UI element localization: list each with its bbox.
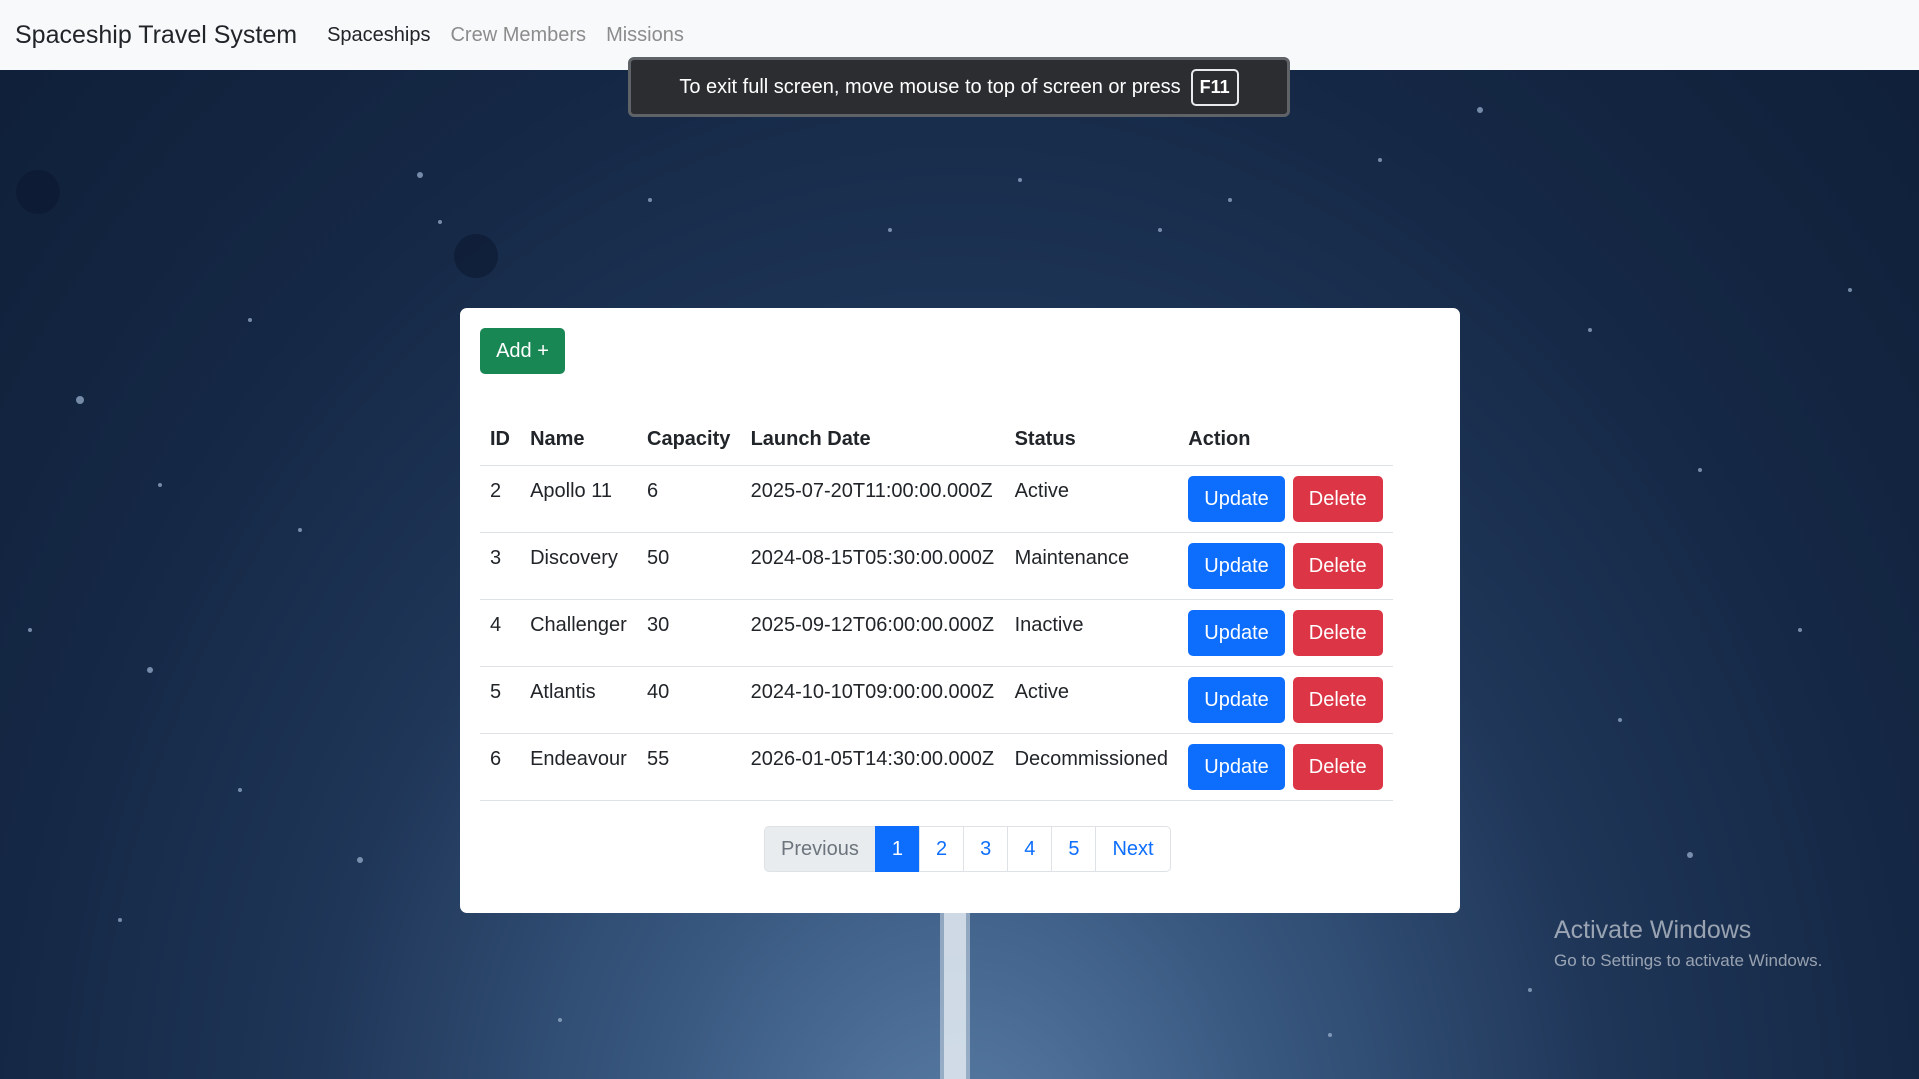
update-button[interactable]: Update (1188, 744, 1285, 790)
nav-link-missions[interactable]: Missions (606, 24, 684, 47)
table-row: 3 Discovery 50 2024-08-15T05:30:00.000Z … (480, 532, 1393, 600)
cell-capacity: 30 (637, 599, 741, 667)
delete-button[interactable]: Delete (1292, 610, 1383, 656)
delete-button[interactable]: Delete (1292, 677, 1383, 723)
cell-name: Apollo 11 (520, 465, 638, 533)
app-brand[interactable]: Spaceship Travel System (15, 21, 297, 50)
delete-button[interactable]: Delete (1292, 543, 1383, 589)
column-header-capacity: Capacity (637, 413, 741, 466)
pagination-next[interactable]: Next (1095, 826, 1171, 872)
cell-id: 2 (480, 465, 521, 533)
nav-link-crew-members[interactable]: Crew Members (450, 24, 586, 47)
cell-action: Update Delete (1178, 666, 1393, 734)
cell-status: Decommissioned (1004, 733, 1179, 801)
cell-id: 4 (480, 599, 521, 667)
cell-capacity: 6 (637, 465, 741, 533)
table-row: 4 Challenger 30 2025-09-12T06:00:00.000Z… (480, 599, 1393, 667)
cell-status: Active (1004, 666, 1179, 734)
spaceships-card: Add + ID Name Capacity Launch Date Statu… (460, 308, 1460, 913)
cell-status: Inactive (1004, 599, 1179, 667)
pagination: Previous 1 2 3 4 5 Next (764, 826, 1171, 872)
cell-status: Active (1004, 465, 1179, 533)
update-button[interactable]: Update (1188, 610, 1285, 656)
cell-launch-date: 2026-01-05T14:30:00.000Z (740, 733, 1005, 801)
table-row: 6 Endeavour 55 2026-01-05T14:30:00.000Z … (480, 733, 1393, 801)
table-header-row: ID Name Capacity Launch Date Status Acti… (480, 413, 1393, 466)
column-header-status: Status (1004, 413, 1179, 466)
pagination-page-2[interactable]: 2 (918, 826, 965, 872)
table-row: 2 Apollo 11 6 2025-07-20T11:00:00.000Z A… (480, 465, 1393, 533)
column-header-action: Action (1178, 413, 1393, 466)
spaceships-table: ID Name Capacity Launch Date Status Acti… (480, 413, 1393, 801)
pagination-page-4[interactable]: 4 (1007, 826, 1053, 872)
windows-activation-watermark: Activate Windows Go to Settings to activ… (1554, 916, 1822, 971)
cell-capacity: 50 (637, 532, 741, 600)
column-header-launch-date: Launch Date (740, 413, 1005, 466)
cell-id: 5 (480, 666, 521, 734)
pagination-page-5[interactable]: 5 (1051, 826, 1097, 872)
pagination-page-3[interactable]: 3 (963, 826, 1009, 872)
watermark-title: Activate Windows (1554, 916, 1752, 944)
cell-id: 6 (480, 733, 521, 801)
cell-name: Endeavour (520, 733, 638, 801)
cell-id: 3 (480, 532, 521, 600)
column-header-id: ID (480, 413, 521, 466)
table-row: 5 Atlantis 40 2024-10-10T09:00:00.000Z A… (480, 666, 1393, 734)
cell-capacity: 40 (637, 666, 741, 734)
cell-action: Update Delete (1178, 465, 1393, 533)
cell-name: Challenger (520, 599, 638, 667)
pagination-previous[interactable]: Previous (764, 826, 876, 872)
fullscreen-notice-message: To exit full screen, move mouse to top o… (679, 75, 1181, 98)
cell-status: Maintenance (1004, 532, 1179, 600)
cell-launch-date: 2025-07-20T11:00:00.000Z (740, 465, 1005, 533)
cell-action: Update Delete (1178, 599, 1393, 667)
update-button[interactable]: Update (1188, 476, 1285, 522)
update-button[interactable]: Update (1188, 677, 1285, 723)
cell-action: Update Delete (1178, 532, 1393, 600)
cell-name: Atlantis (520, 666, 638, 734)
update-button[interactable]: Update (1188, 543, 1285, 589)
pagination-page-1[interactable]: 1 (874, 826, 920, 872)
f11-key-badge: F11 (1190, 68, 1239, 106)
watermark-subtitle: Go to Settings to activate Windows. (1554, 951, 1823, 970)
add-spaceship-button[interactable]: Add + (480, 328, 565, 374)
delete-button[interactable]: Delete (1292, 744, 1383, 790)
cell-launch-date: 2024-10-10T09:00:00.000Z (740, 666, 1005, 734)
cell-action: Update Delete (1178, 733, 1393, 801)
fullscreen-exit-notice: To exit full screen, move mouse to top o… (628, 57, 1290, 117)
delete-button[interactable]: Delete (1292, 476, 1383, 522)
cell-name: Discovery (520, 532, 638, 600)
column-header-name: Name (520, 413, 638, 466)
nav-link-spaceships[interactable]: Spaceships (327, 24, 430, 47)
cell-capacity: 55 (637, 733, 741, 801)
cell-launch-date: 2025-09-12T06:00:00.000Z (740, 599, 1005, 667)
cell-launch-date: 2024-08-15T05:30:00.000Z (740, 532, 1005, 600)
